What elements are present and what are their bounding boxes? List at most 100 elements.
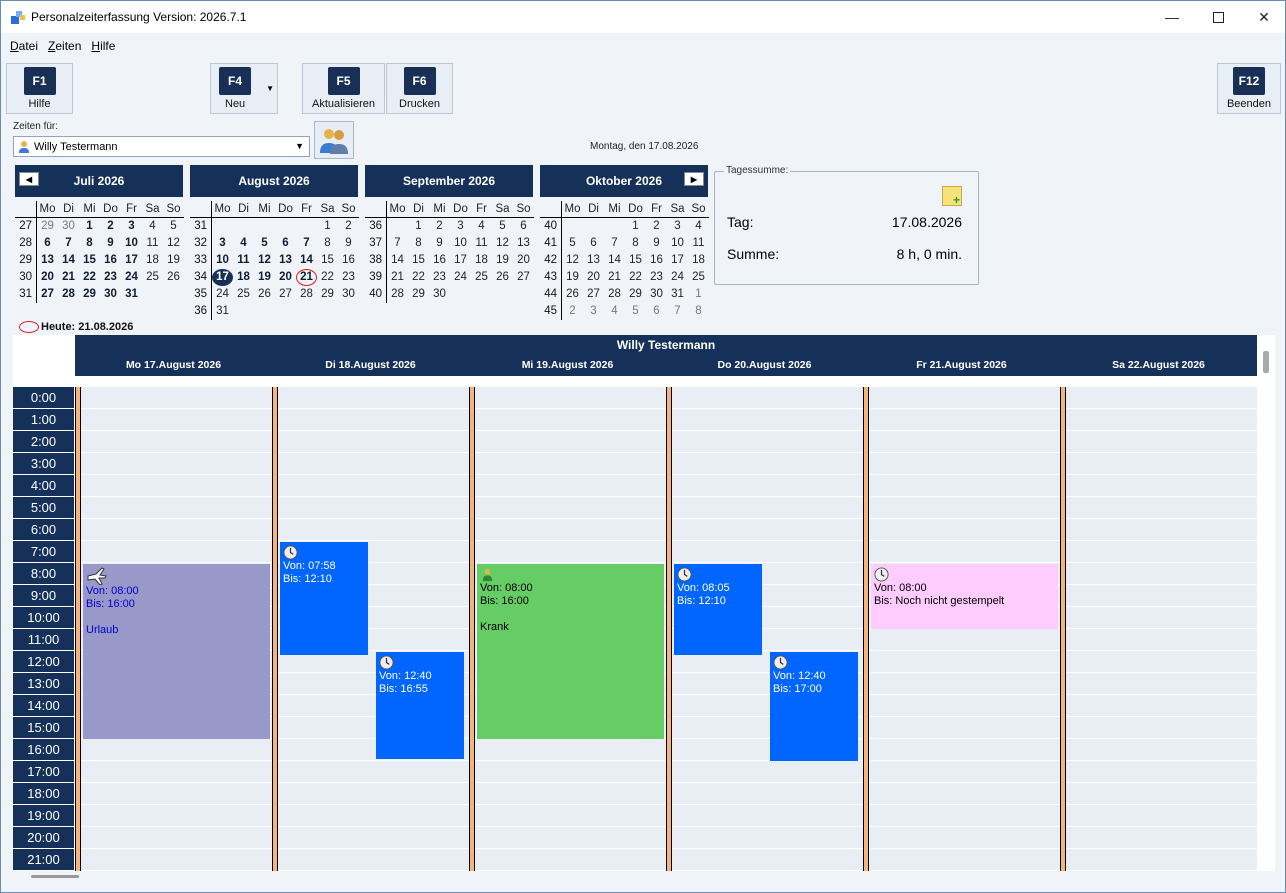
calendar-day[interactable]: 9 bbox=[646, 235, 667, 252]
calendar-day[interactable]: 8 bbox=[408, 235, 429, 252]
calendar-day[interactable]: 18 bbox=[688, 252, 709, 269]
calendar-day[interactable]: 5 bbox=[625, 303, 646, 320]
calendar-day[interactable]: 31 bbox=[212, 303, 233, 320]
calendar-day[interactable]: 22 bbox=[408, 269, 429, 286]
calendar-day[interactable]: 24 bbox=[450, 269, 471, 286]
calendar-day[interactable]: 3 bbox=[450, 218, 471, 235]
calendar-day[interactable]: 16 bbox=[429, 252, 450, 269]
schedule-grid[interactable]: Von: 08:00 Bis: 16:00 Urlaub Von: 07:58 Bis:… bbox=[75, 387, 1257, 871]
calendar-day[interactable]: 2 bbox=[562, 303, 583, 320]
calendar-day[interactable]: 24 bbox=[667, 269, 688, 286]
calendar-day[interactable]: 3 bbox=[121, 218, 142, 235]
calendar-day[interactable]: 8 bbox=[317, 235, 338, 252]
menu-datei[interactable]: Datei bbox=[5, 39, 43, 53]
calendar-day[interactable]: 12 bbox=[254, 252, 275, 269]
calendar-day[interactable]: 3 bbox=[667, 218, 688, 235]
calendar-day[interactable]: 20 bbox=[513, 252, 534, 269]
calendar-day[interactable]: 18 bbox=[142, 252, 163, 269]
calendar-day[interactable]: 1 bbox=[79, 218, 100, 235]
calendar-day[interactable]: 5 bbox=[163, 218, 184, 235]
calendar-day[interactable]: 15 bbox=[79, 252, 100, 269]
time-entry[interactable]: Von: 08:00 Bis: 16:00 Krank bbox=[477, 564, 664, 739]
calendar-day[interactable]: 4 bbox=[471, 218, 492, 235]
help-button[interactable]: F1 Hilfe bbox=[6, 63, 73, 114]
calendar-day[interactable]: 12 bbox=[492, 235, 513, 252]
calendar-day[interactable]: 7 bbox=[667, 303, 688, 320]
calendar-day[interactable]: 15 bbox=[408, 252, 429, 269]
calendar-day[interactable]: 26 bbox=[163, 269, 184, 286]
close-button[interactable]: ✕ bbox=[1241, 1, 1286, 33]
calendar-day[interactable]: 19 bbox=[562, 269, 583, 286]
calendar-day[interactable]: 30 bbox=[646, 286, 667, 303]
calendar-day[interactable]: 21 bbox=[296, 269, 317, 286]
calendar-day[interactable]: 28 bbox=[387, 286, 408, 303]
menu-hilfe[interactable]: Hilfe bbox=[86, 39, 120, 53]
calendar-day[interactable]: 9 bbox=[338, 235, 359, 252]
calendar-day[interactable]: 7 bbox=[58, 235, 79, 252]
calendar-day[interactable]: 3 bbox=[583, 303, 604, 320]
menu-zeiten[interactable]: Zeiten bbox=[43, 39, 86, 53]
calendar-day[interactable]: 27 bbox=[513, 269, 534, 286]
calendar-day[interactable]: 27 bbox=[583, 286, 604, 303]
dropdown-arrow-icon[interactable]: ▼ bbox=[266, 84, 274, 93]
calendar-day[interactable]: 19 bbox=[492, 252, 513, 269]
calendar-day[interactable]: 10 bbox=[212, 252, 233, 269]
calendar-day[interactable]: 22 bbox=[317, 269, 338, 286]
calendar-day[interactable]: 27 bbox=[275, 286, 296, 303]
calendar-day[interactable]: 22 bbox=[79, 269, 100, 286]
calendar-day[interactable]: 31 bbox=[121, 286, 142, 303]
calendar-day[interactable]: 16 bbox=[338, 252, 359, 269]
calendar-day[interactable]: 11 bbox=[142, 235, 163, 252]
calendar-day[interactable]: 13 bbox=[37, 252, 58, 269]
calendar-day[interactable]: 4 bbox=[142, 218, 163, 235]
calendar-day[interactable]: 21 bbox=[387, 269, 408, 286]
calendar-day[interactable]: 5 bbox=[562, 235, 583, 252]
calendar-day[interactable]: 9 bbox=[100, 235, 121, 252]
calendar-day[interactable]: 13 bbox=[513, 235, 534, 252]
calendar-day[interactable]: 13 bbox=[275, 252, 296, 269]
calendar-day[interactable]: 6 bbox=[583, 235, 604, 252]
calendar-day[interactable]: 8 bbox=[688, 303, 709, 320]
calendar-day[interactable]: 26 bbox=[254, 286, 275, 303]
calendar-day[interactable]: 23 bbox=[646, 269, 667, 286]
calendar-day[interactable]: 16 bbox=[100, 252, 121, 269]
calendar-day[interactable]: 7 bbox=[296, 235, 317, 252]
calendar-day[interactable]: 23 bbox=[100, 269, 121, 286]
calendar-day[interactable]: 17 bbox=[450, 252, 471, 269]
time-entry[interactable]: Von: 08:00 Bis: Noch nicht gestempelt bbox=[871, 564, 1058, 629]
calendar-day[interactable]: 1 bbox=[408, 218, 429, 235]
calendar-day[interactable]: 14 bbox=[387, 252, 408, 269]
calendar-day[interactable]: 14 bbox=[604, 252, 625, 269]
calendar-day[interactable]: 3 bbox=[212, 235, 233, 252]
calendar-day[interactable]: 17 bbox=[121, 252, 142, 269]
calendar-day[interactable]: 30 bbox=[338, 286, 359, 303]
calendar-day[interactable]: 6 bbox=[275, 235, 296, 252]
calendar-day[interactable]: 24 bbox=[212, 286, 233, 303]
calendar-day[interactable]: 11 bbox=[471, 235, 492, 252]
calendar-day[interactable]: 12 bbox=[562, 252, 583, 269]
calendar-day[interactable]: 2 bbox=[429, 218, 450, 235]
calendar-day[interactable]: 11 bbox=[688, 235, 709, 252]
calendar-day[interactable]: 30 bbox=[100, 286, 121, 303]
calendar-day[interactable]: 6 bbox=[513, 218, 534, 235]
time-entry[interactable]: Von: 12:40 Bis: 17:00 bbox=[770, 652, 858, 761]
add-note-icon[interactable]: + bbox=[942, 186, 962, 207]
calendar-day[interactable]: 16 bbox=[646, 252, 667, 269]
time-entry[interactable]: Von: 12:40 Bis: 16:55 bbox=[376, 652, 464, 760]
calendar-day[interactable]: 2 bbox=[100, 218, 121, 235]
calendar-day[interactable]: 28 bbox=[296, 286, 317, 303]
calendar-day[interactable]: 23 bbox=[429, 269, 450, 286]
calendar-day[interactable]: 2 bbox=[646, 218, 667, 235]
users-button[interactable] bbox=[314, 121, 354, 159]
calendar-day[interactable]: 25 bbox=[233, 286, 254, 303]
minimize-button[interactable]: — bbox=[1149, 1, 1195, 33]
prev-month-icon[interactable]: ◀ bbox=[19, 172, 39, 186]
calendar-day[interactable]: 10 bbox=[450, 235, 471, 252]
calendar-day[interactable]: 12 bbox=[163, 235, 184, 252]
calendar-day[interactable]: 4 bbox=[604, 303, 625, 320]
calendar-day[interactable]: 8 bbox=[79, 235, 100, 252]
calendar-day[interactable]: 23 bbox=[338, 269, 359, 286]
quit-button[interactable]: F12 Beenden bbox=[1217, 63, 1281, 114]
calendar-day[interactable]: 21 bbox=[58, 269, 79, 286]
new-button[interactable]: F4 Neu ▼ bbox=[210, 63, 278, 114]
